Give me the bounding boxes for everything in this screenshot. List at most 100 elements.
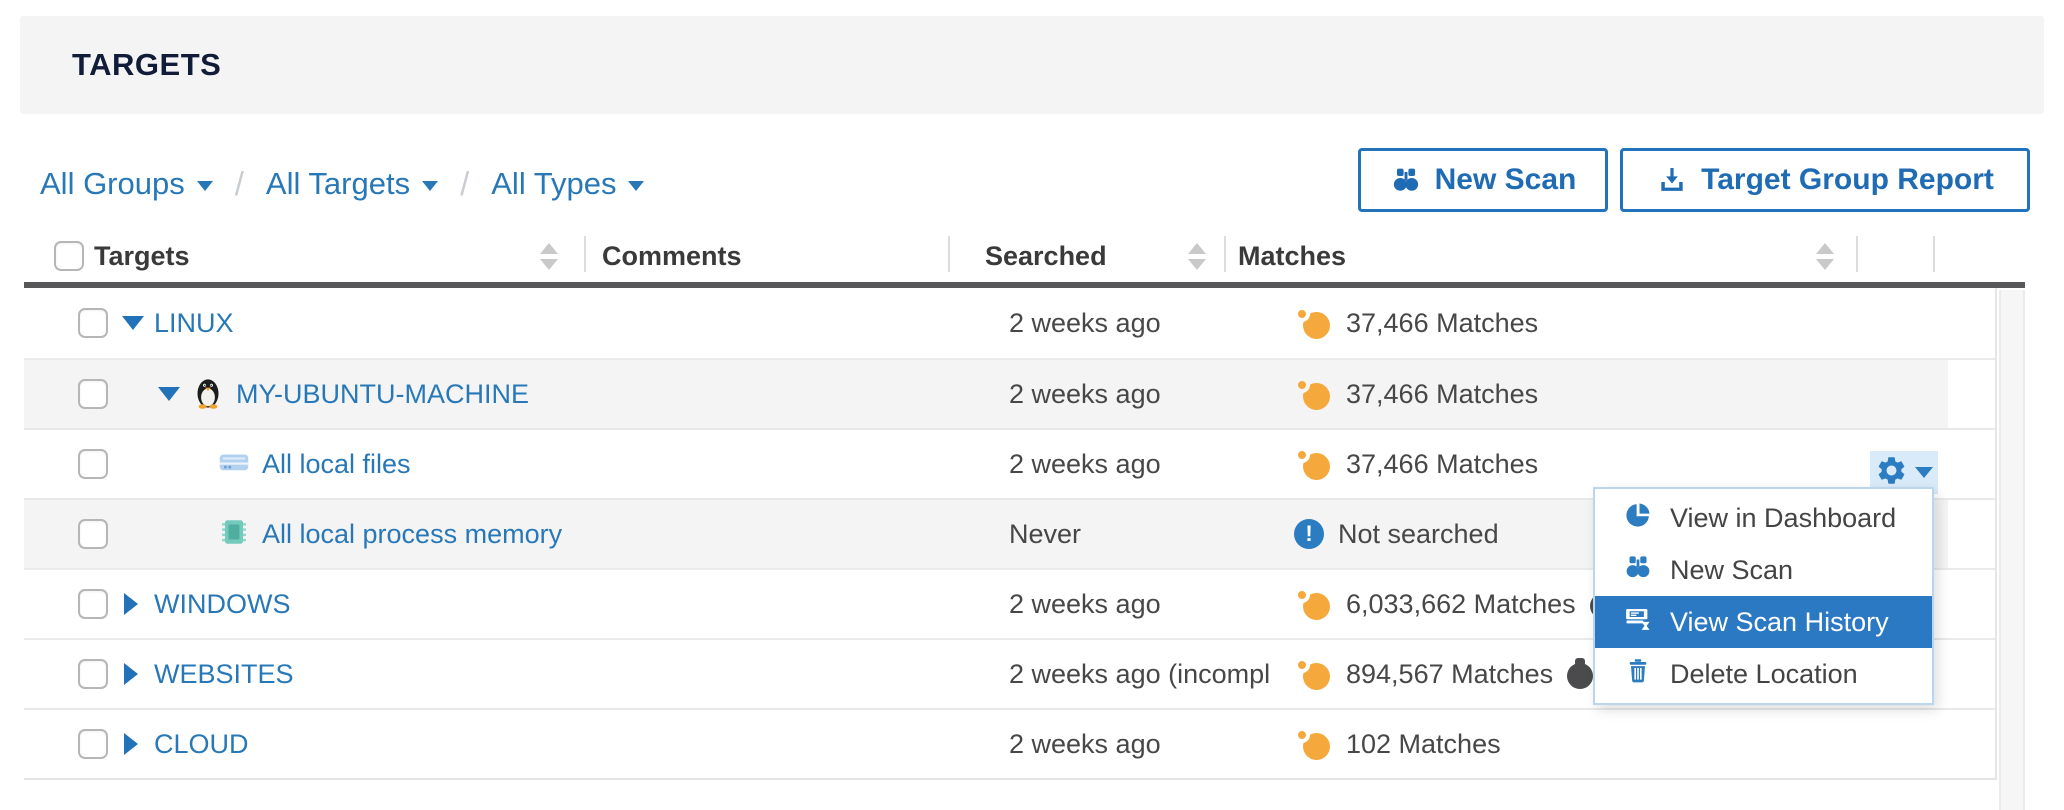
filter-all-types[interactable]: All Types — [491, 166, 644, 202]
binoculars-icon — [1390, 164, 1422, 196]
page-title-bar: TARGETS — [20, 16, 2044, 114]
matches-icon — [1294, 377, 1332, 411]
table-row-my-ubuntu-machine: MY-UBUNTU-MACHINE 2 weeks ago 37,466 Mat… — [24, 358, 1995, 428]
filter-all-groups[interactable]: All Groups — [40, 166, 213, 202]
header-divider — [1856, 236, 1858, 272]
matches-icon — [1294, 657, 1332, 691]
matches-text: Not searched — [1338, 519, 1499, 550]
searched-cell: 2 weeks ago — [1009, 710, 1291, 778]
searched-cell: 2 weeks ago (incompl — [1009, 640, 1291, 708]
column-header-matches[interactable]: Matches — [1238, 230, 1346, 282]
target-link[interactable]: MY-UBUNTU-MACHINE — [236, 379, 529, 410]
menu-item-label: New Scan — [1670, 555, 1793, 586]
sort-icon-matches[interactable] — [1816, 230, 1834, 282]
matches-cell: 37,466 Matches — [1294, 430, 1538, 498]
matches-text: 37,466 Matches — [1346, 449, 1538, 480]
target-group-link[interactable]: LINUX — [154, 308, 234, 339]
target-group-link[interactable]: WINDOWS — [154, 589, 290, 620]
sort-icon-targets[interactable] — [540, 230, 558, 282]
row-checkbox[interactable] — [78, 308, 108, 338]
collapse-caret-icon[interactable] — [122, 316, 144, 330]
matches-cell: 894,567 Matches 9 — [1294, 640, 1622, 708]
memory-chip-icon — [216, 514, 252, 555]
menu-item-delete-location[interactable]: Delete Location — [1595, 648, 1932, 700]
row-checkbox[interactable] — [78, 379, 108, 409]
matches-cell: 6,033,662 Matches — [1294, 570, 1616, 638]
row-checkbox[interactable] — [78, 729, 108, 759]
header-divider — [1224, 236, 1226, 272]
filter-all-targets[interactable]: All Targets — [266, 166, 438, 202]
matches-text: 6,033,662 Matches — [1346, 589, 1576, 620]
menu-item-new-scan[interactable]: New Scan — [1595, 544, 1932, 596]
row-checkbox[interactable] — [78, 519, 108, 549]
column-header-searched[interactable]: Searched — [985, 230, 1107, 282]
menu-item-label: View in Dashboard — [1670, 503, 1896, 534]
menu-item-label: Delete Location — [1670, 659, 1858, 690]
binoculars-icon — [1623, 552, 1653, 589]
row-checkbox[interactable] — [78, 449, 108, 479]
not-searched-icon: ! — [1294, 519, 1324, 549]
header-divider — [1933, 236, 1935, 272]
chevron-down-icon — [422, 181, 438, 191]
page-title: TARGETS — [72, 47, 221, 83]
matches-icon — [1294, 306, 1332, 340]
expand-caret-icon[interactable] — [124, 593, 138, 615]
pie-chart-icon — [1623, 500, 1653, 537]
searched-cell: Never — [1009, 500, 1291, 568]
matches-text: 37,466 Matches — [1346, 379, 1538, 410]
sort-icon-searched[interactable] — [1188, 230, 1206, 282]
searched-cell: 2 weeks ago — [1009, 430, 1291, 498]
scan-history-icon — [1623, 604, 1653, 641]
menu-item-view-scan-history[interactable]: View Scan History — [1595, 596, 1932, 648]
matches-cell: 37,466 Matches — [1294, 360, 1538, 428]
new-scan-button[interactable]: New Scan — [1358, 148, 1608, 212]
targets-page: TARGETS All Groups / All Targets / All T… — [0, 0, 2064, 810]
header-divider — [584, 236, 586, 272]
filter-separator: / — [460, 165, 469, 203]
row-checkbox[interactable] — [78, 589, 108, 619]
gear-icon — [1875, 454, 1908, 492]
chevron-down-icon — [197, 181, 213, 191]
location-link[interactable]: All local process memory — [262, 519, 562, 550]
targets-table-header: Targets Comments Searched Matches — [24, 230, 2025, 288]
table-row-linux: LINUX 2 weeks ago 37,466 Matches — [24, 288, 1995, 358]
matches-cell: 102 Matches — [1294, 710, 1501, 778]
filter-all-targets-label: All Targets — [266, 166, 410, 202]
searched-cell: 2 weeks ago — [1009, 360, 1291, 428]
caret-down-icon — [1915, 467, 1933, 478]
menu-item-view-in-dashboard[interactable]: View in Dashboard — [1595, 492, 1932, 544]
row-actions-context-menu: View in Dashboard New Scan — [1593, 487, 1934, 705]
expand-caret-icon[interactable] — [124, 733, 138, 755]
matches-icon — [1294, 587, 1332, 621]
select-all-checkbox[interactable] — [54, 241, 84, 271]
target-group-report-button[interactable]: Target Group Report — [1620, 148, 2030, 212]
filter-breadcrumb: All Groups / All Targets / All Types — [40, 152, 644, 216]
target-group-link[interactable]: WEBSITES — [154, 659, 294, 690]
expand-caret-icon[interactable] — [124, 663, 138, 685]
column-header-comments[interactable]: Comments — [602, 230, 742, 282]
report-download-icon — [1656, 164, 1688, 196]
table-row-cloud: CLOUD 2 weeks ago 102 Matches — [24, 708, 1995, 778]
column-header-targets[interactable]: Targets — [94, 230, 190, 282]
trash-icon — [1623, 656, 1653, 693]
searched-cell: 2 weeks ago — [1009, 288, 1291, 358]
matches-text: 894,567 Matches — [1346, 659, 1553, 690]
risk-blob-icon — [1567, 658, 1593, 690]
matches-cell: 37,466 Matches — [1294, 288, 1538, 358]
collapse-caret-icon[interactable] — [158, 387, 180, 401]
row-checkbox[interactable] — [78, 659, 108, 689]
scrollbar-track[interactable] — [1999, 290, 2025, 810]
searched-cell: 2 weeks ago — [1009, 570, 1291, 638]
matches-icon — [1294, 727, 1332, 761]
target-group-report-button-label: Target Group Report — [1701, 163, 1994, 197]
location-link[interactable]: All local files — [262, 449, 411, 480]
tux-penguin-icon — [190, 374, 226, 415]
filter-all-types-label: All Types — [491, 166, 616, 202]
menu-item-label: View Scan History — [1670, 607, 1889, 638]
filter-separator: / — [235, 165, 244, 203]
filter-all-groups-label: All Groups — [40, 166, 185, 202]
matches-icon — [1294, 447, 1332, 481]
header-divider — [948, 236, 950, 272]
chevron-down-icon — [628, 181, 644, 191]
target-group-link[interactable]: CLOUD — [154, 729, 249, 760]
